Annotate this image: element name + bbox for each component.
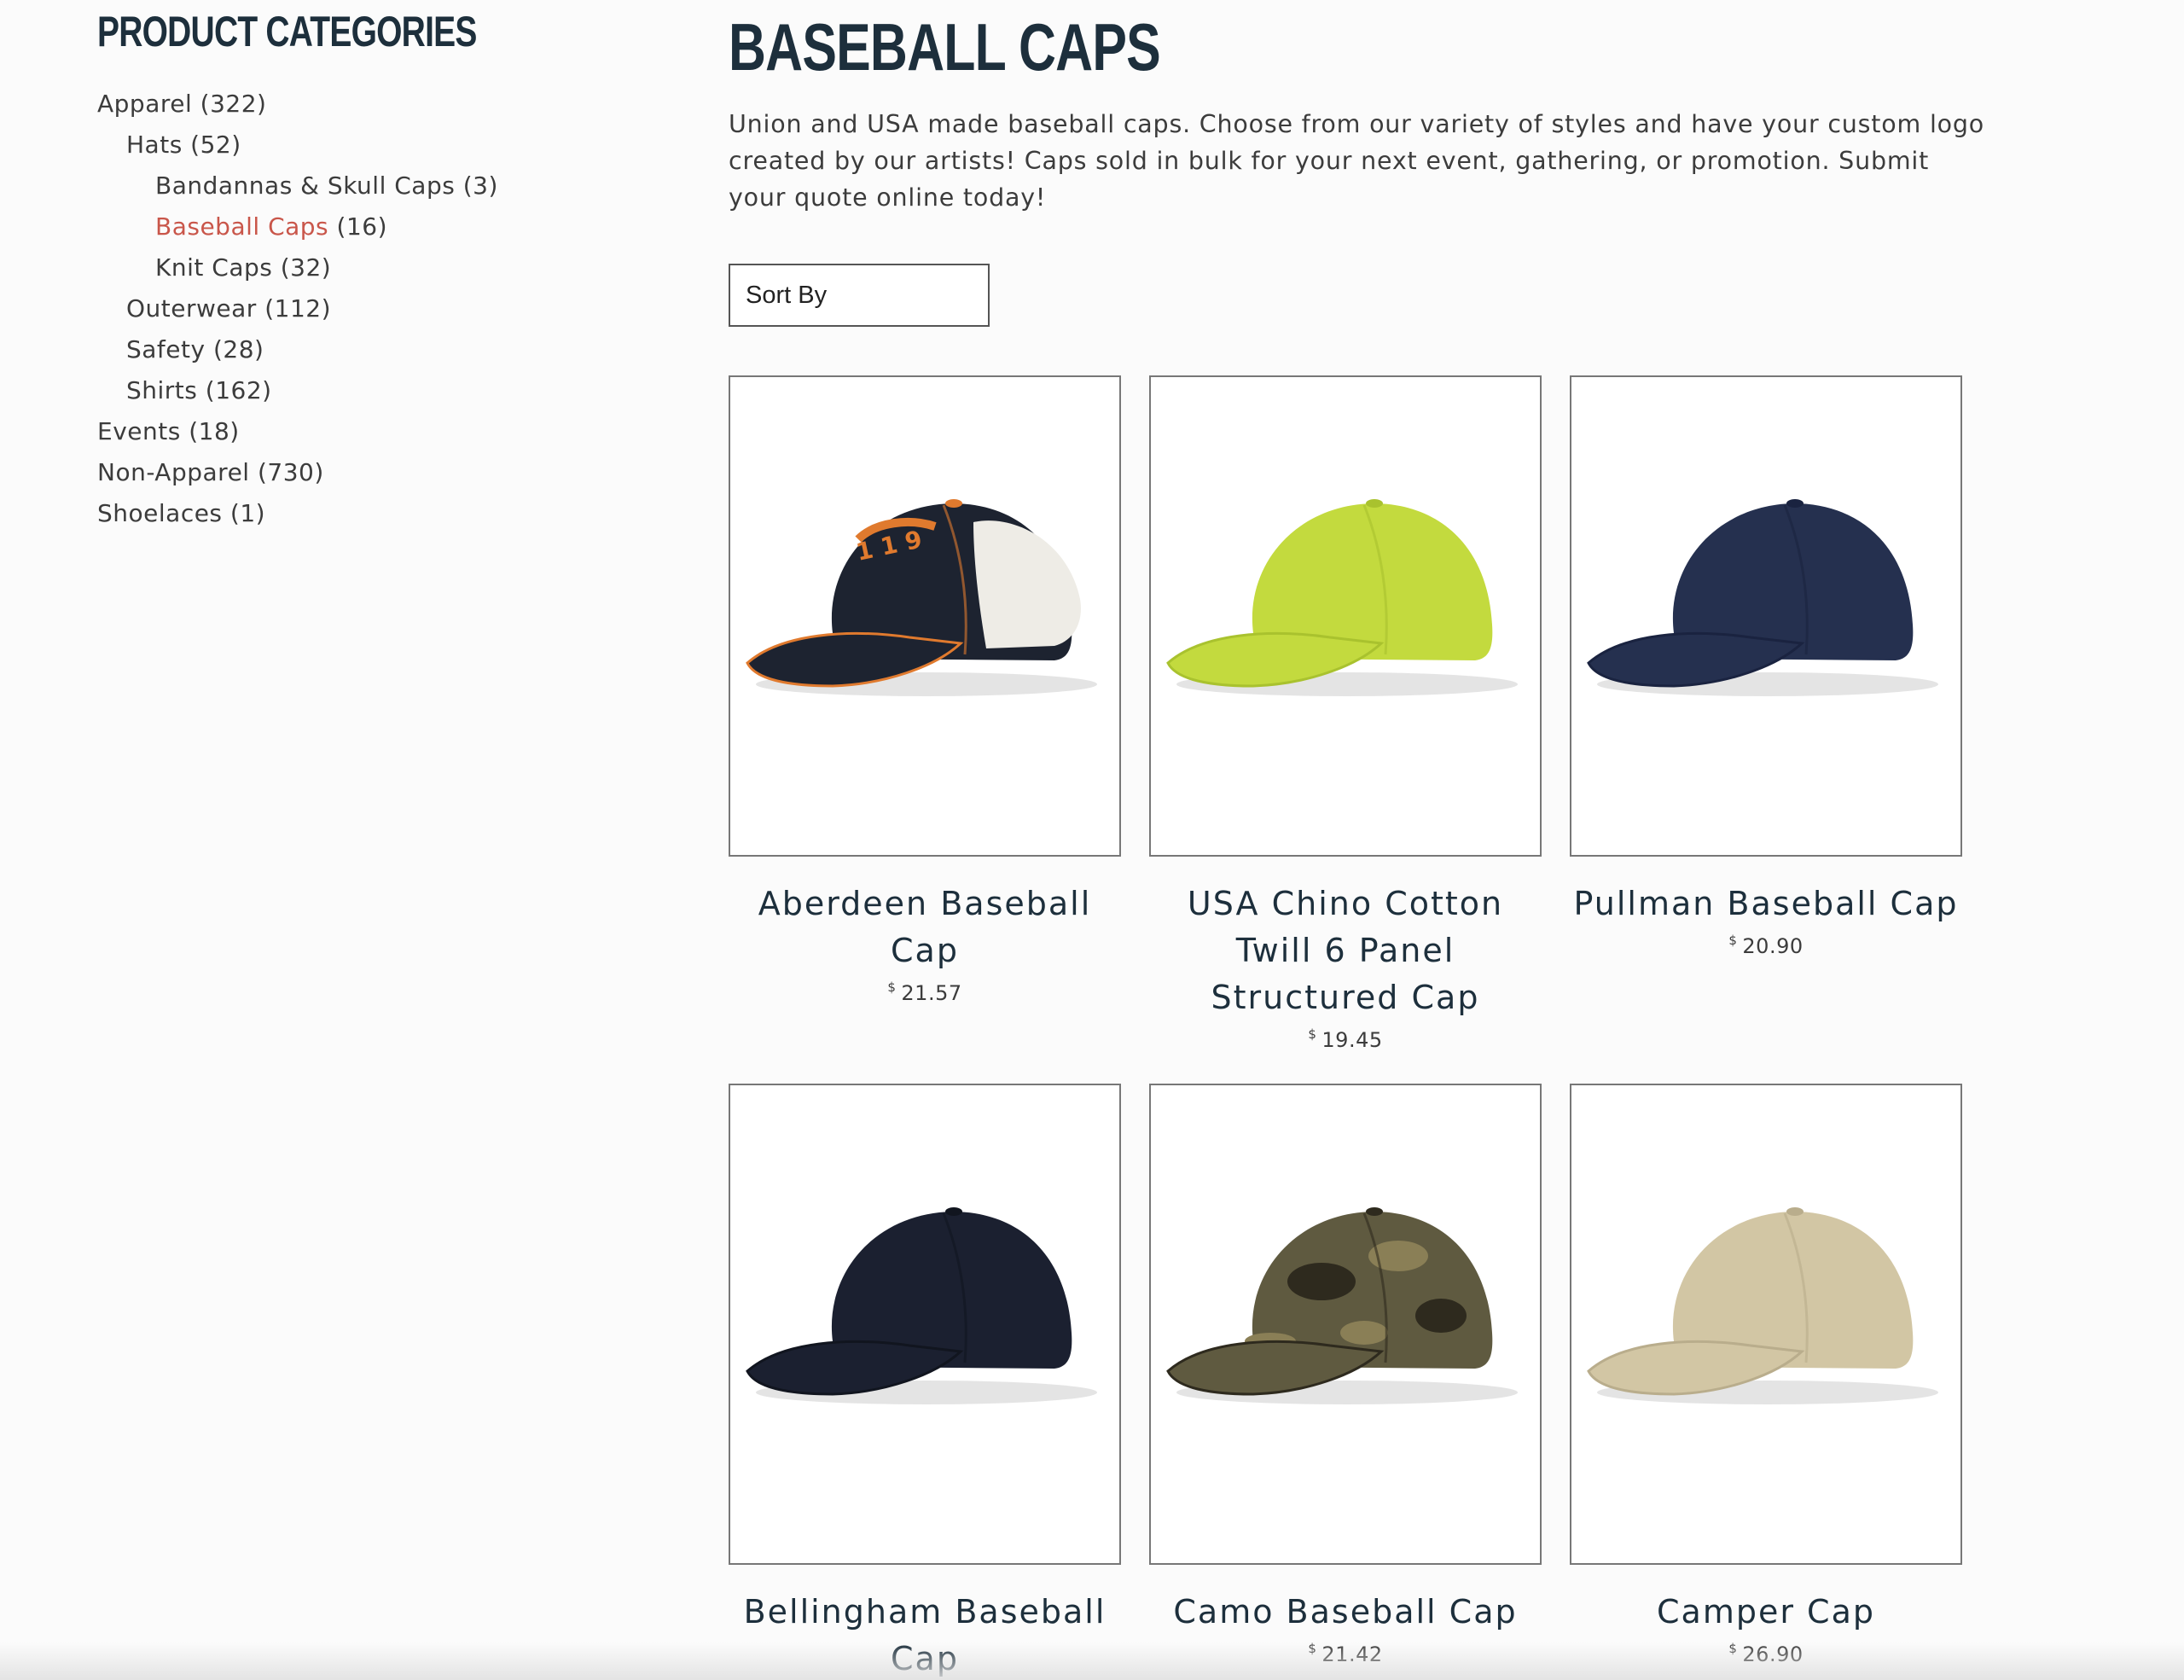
category-count: (322) — [192, 90, 267, 118]
product-price: $21.57 — [729, 980, 1121, 1005]
product-name[interactable]: Camper Cap — [1570, 1589, 1962, 1636]
page-title: BASEBALL CAPS — [729, 9, 1161, 84]
currency-symbol: $ — [887, 980, 897, 995]
product-name[interactable]: Aberdeen Baseball Cap — [729, 881, 1121, 974]
category-link[interactable]: Apparel — [97, 90, 192, 118]
category-item: Knit Caps (32) — [97, 247, 626, 288]
category-item: Non-Apparel (730) — [97, 452, 626, 493]
category-link[interactable]: Shirts — [126, 376, 197, 404]
cap-black-icon — [746, 1207, 1097, 1404]
page: PRODUCT CATEGORIES Apparel (322) Hats (52… — [0, 0, 2184, 1680]
category-item: Outerwear (112) — [97, 288, 626, 329]
product-name[interactable]: USA Chino Cotton Twill 6 Panel Structure… — [1149, 881, 1542, 1021]
product-card: USA Chino Cotton Twill 6 Panel Structure… — [1149, 375, 1542, 1052]
main-content: BASEBALL CAPS Union and USA made basebal… — [729, 0, 2094, 1677]
sort-by-select[interactable]: Sort By — [729, 264, 990, 327]
product-price: $20.90 — [1570, 933, 1962, 958]
product-image[interactable]: 1 1 9 — [729, 375, 1121, 857]
product-image[interactable] — [1149, 1084, 1542, 1565]
category-item: Baseball Caps (16) — [97, 206, 626, 247]
category-link[interactable]: Shoelaces — [97, 499, 223, 527]
category-item: Shoelaces (1) — [97, 493, 626, 534]
category-count: (112) — [256, 294, 332, 323]
category-count: (162) — [197, 376, 272, 404]
category-list: Apparel (322) Hats (52) Bandannas & Skull … — [97, 84, 626, 534]
price-value: 21.57 — [901, 981, 962, 1005]
category-link[interactable]: Hats — [126, 131, 183, 159]
category-link[interactable]: Knit Caps — [155, 253, 272, 282]
product-price: $19.45 — [1149, 1026, 1542, 1052]
category-count: (52) — [182, 131, 241, 159]
category-item: Apparel (322) — [97, 84, 626, 125]
category-item: Shirts (162) — [97, 370, 626, 411]
category-link[interactable]: Non-Apparel — [97, 458, 250, 486]
cap-camo-icon — [1166, 1207, 1518, 1404]
product-image[interactable] — [1570, 375, 1962, 857]
category-item: Hats (52) — [97, 125, 626, 166]
category-count: (18) — [180, 417, 240, 445]
category-link[interactable]: Events — [97, 417, 181, 445]
category-count: (3) — [455, 171, 498, 200]
category-sidebar: PRODUCT CATEGORIES Apparel (322) Hats (52… — [97, 7, 626, 534]
product-name[interactable]: Camo Baseball Cap — [1149, 1589, 1542, 1636]
category-item: Events (18) — [97, 411, 626, 452]
sidebar-title: PRODUCT CATEGORIES — [97, 8, 477, 55]
product-name[interactable]: Pullman Baseball Cap — [1570, 881, 1962, 927]
category-item: Safety (28) — [97, 329, 626, 370]
product-card: Camo Baseball Cap$21.42 — [1149, 1084, 1542, 1666]
price-value: 19.45 — [1321, 1028, 1383, 1052]
price-value: 20.90 — [1742, 934, 1804, 958]
category-link[interactable]: Safety — [126, 335, 206, 363]
currency-symbol: $ — [1308, 1026, 1317, 1042]
category-description: Union and USA made baseball caps. Choose… — [729, 110, 1985, 212]
product-card: 1 1 9 Aberdeen Baseball Cap $21.57 — [729, 375, 1121, 1005]
category-count: (28) — [205, 335, 264, 363]
product-image[interactable] — [1570, 1084, 1962, 1565]
currency-symbol: $ — [1728, 933, 1738, 948]
cap-navy-icon — [1587, 499, 1938, 696]
cap-trucker-icon: 1 1 9 — [746, 499, 1097, 696]
category-count: (16) — [328, 212, 388, 241]
product-image[interactable] — [729, 1084, 1121, 1565]
product-card: Bellingham Baseball Cap — [729, 1084, 1121, 1680]
scroll-fade — [0, 1642, 2184, 1680]
category-count: (730) — [249, 458, 324, 486]
category-link[interactable]: Outerwear — [126, 294, 257, 323]
product-card: Camper Cap$26.90 — [1570, 1084, 1962, 1666]
category-count: (1) — [222, 499, 266, 527]
product-card: Pullman Baseball Cap $20.90 — [1570, 375, 1962, 958]
category-link[interactable]: Bandannas & Skull Caps — [155, 171, 455, 200]
category-link[interactable]: Baseball Caps — [155, 212, 328, 241]
category-count: (32) — [272, 253, 332, 282]
product-image[interactable] — [1149, 375, 1542, 857]
cap-lime-icon — [1166, 499, 1518, 696]
cap-khaki-icon — [1587, 1207, 1938, 1404]
category-item: Bandannas & Skull Caps (3) — [97, 166, 626, 206]
